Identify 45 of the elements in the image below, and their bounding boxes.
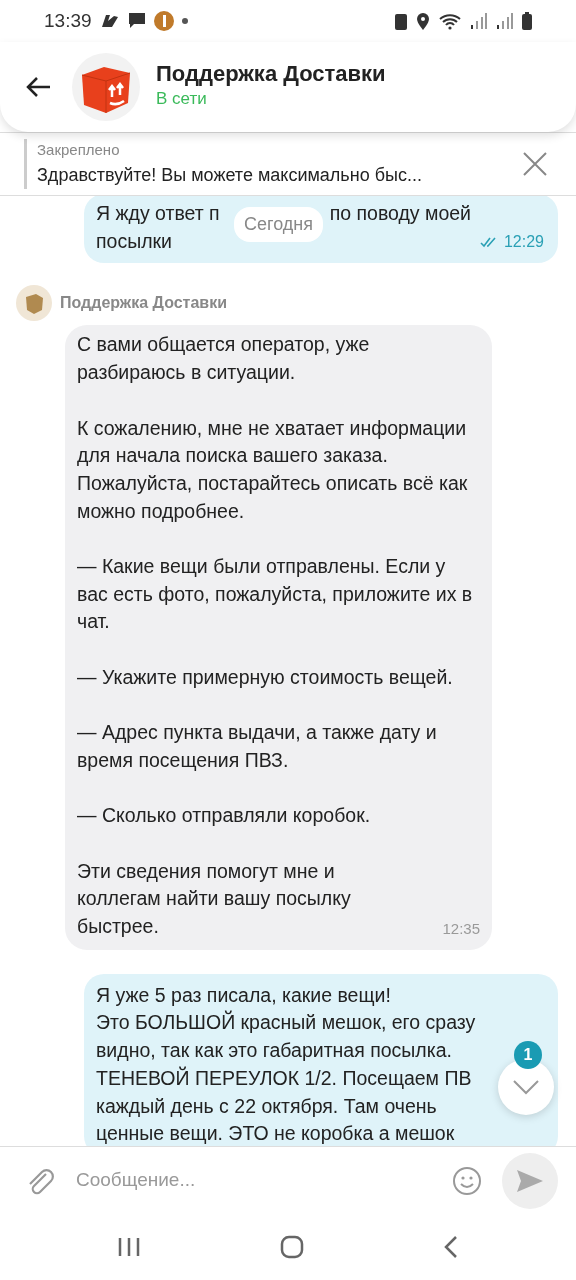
message-time: 12:29 [503, 231, 544, 252]
battery-saver-icon [394, 12, 408, 30]
avatar-icon [16, 285, 52, 322]
notification-icon [99, 13, 120, 29]
message-text: по поводу моей [329, 201, 471, 226]
close-icon [522, 151, 548, 177]
dot-icon [181, 18, 188, 24]
app-icon [153, 11, 174, 31]
smiley-icon [452, 1165, 482, 1196]
date-divider: Сегодня [234, 207, 323, 242]
chat-title: Поддержка Доставки [156, 62, 386, 87]
sender-name: Поддержка Доставки [60, 293, 227, 314]
online-status: В сети [156, 88, 208, 111]
location-icon [416, 12, 430, 30]
message-text: ценные вещи. ЭТО не коробка а мешок [96, 1121, 455, 1146]
message-text: С вами общается оператор, уже разбираюсь в ситуации. [77, 332, 371, 386]
back-icon[interactable] [442, 1235, 459, 1259]
signal-icon [470, 12, 488, 30]
chevron-down-icon [512, 1079, 540, 1095]
status-time: 13:39 [44, 8, 92, 33]
message-text: ТЕНЕВОЙ ПЕРЕУЛОК 1/2. Посещаем ПВ [96, 1065, 472, 1091]
pinned-message[interactable]: Здравствуйте! Вы можете максимально быс... [37, 161, 422, 189]
message-text: Эти сведения помогут мне и коллегам найти вашу посылку быстрее. [77, 858, 352, 940]
message-text: — Сколько отправляли коробок. [77, 803, 372, 829]
message-text: К сожалению, мне не хватает информации для начала поиска вашего заказа. Пожалуйста, постарайтесь описать всё как можно подробнее. [77, 415, 469, 524]
send-icon [516, 1168, 544, 1193]
message-text: видно, так как это габаритная посылка. [96, 1038, 452, 1064]
message-text: Это БОЛЬШОЙ красный мешок, его сразу [96, 1009, 476, 1036]
message-text: — Адрес пункта выдачи, а также дату и время посещения ПВЗ. [77, 720, 438, 773]
pinned-label: Закреплено [37, 140, 121, 161]
chat-icon [127, 12, 146, 30]
recent-apps-icon[interactable] [117, 1236, 142, 1258]
message-time: 12:35 [442, 918, 480, 939]
box-logo [72, 53, 140, 121]
message-text: Я жду ответ п [96, 201, 220, 226]
message-text: каждый день с 22 октября. Там очень [96, 1093, 437, 1119]
message-text: — Какие вещи были отправлены. Если у вас есть фото, пожалуйста, приложите их в чат. [77, 554, 474, 635]
home-icon[interactable] [280, 1235, 304, 1259]
signal-icon [496, 12, 514, 30]
wifi-icon [438, 12, 462, 30]
message-text: посылки [96, 228, 172, 254]
message-text: Я уже 5 раз писала, какие вещи! [96, 982, 391, 1008]
message-text: — Укажите примерную стоимость вещей. [77, 664, 454, 690]
message-input[interactable]: Сообщение... [74, 1165, 432, 1196]
battery-icon [522, 12, 532, 30]
